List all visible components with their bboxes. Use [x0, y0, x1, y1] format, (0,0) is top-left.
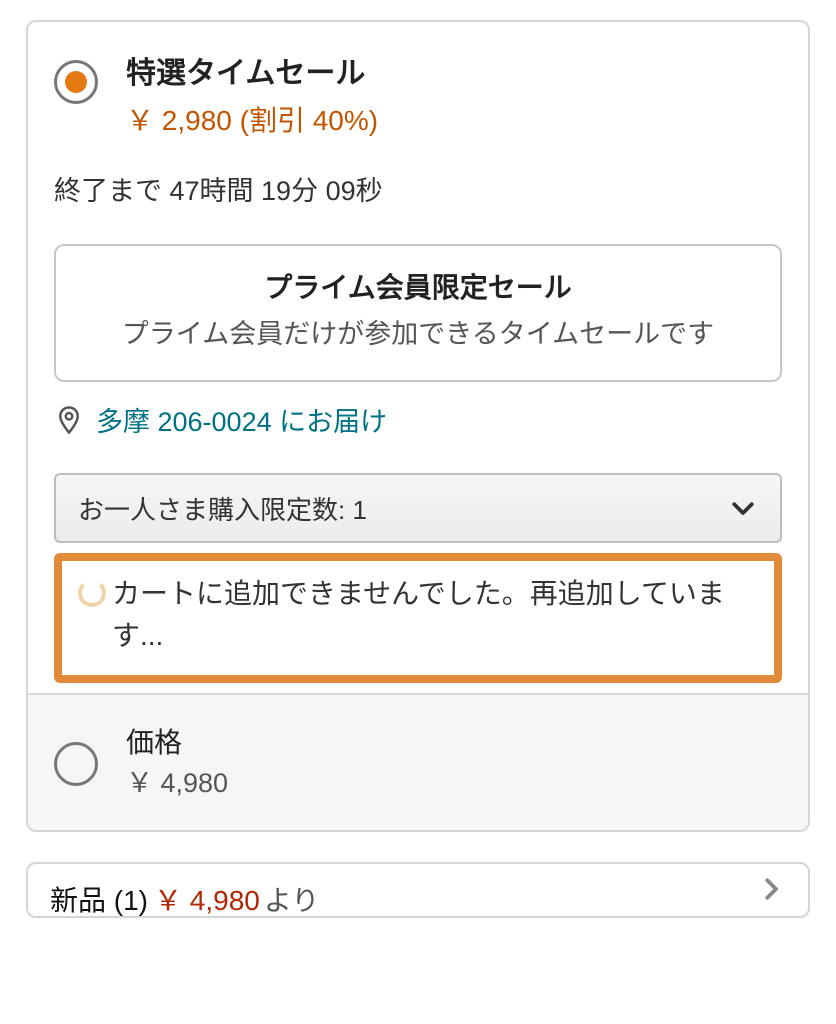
regular-title: 価格: [126, 721, 228, 761]
quantity-select[interactable]: お一人さま購入限定数: 1: [54, 473, 782, 543]
regular-price: ￥ 4,980: [126, 761, 228, 800]
prime-title: プライム会員限定セール: [78, 266, 758, 306]
delivery-location[interactable]: 多摩 206-0024 にお届け: [54, 400, 782, 439]
spinner-icon: [78, 579, 106, 607]
other-offers-suffix: より: [264, 879, 319, 918]
deal-radio[interactable]: [54, 60, 98, 104]
regular-radio[interactable]: [54, 742, 98, 786]
delivery-location-text: 多摩 206-0024 にお届け: [96, 400, 387, 439]
deal-title: 特選タイムセール: [126, 54, 782, 95]
other-offers-price: ￥ 4,980: [154, 879, 260, 918]
deal-price: ￥ 2,980 (割引 40%): [126, 99, 782, 139]
regular-price-option[interactable]: 価格 ￥ 4,980: [28, 693, 808, 830]
cart-error-banner: カートに追加できませんでした。再追加しています...: [54, 553, 782, 683]
chevron-right-icon: [756, 874, 786, 904]
quantity-label: お一人さま購入限定数: 1: [78, 490, 367, 527]
location-icon: [54, 405, 84, 435]
prime-desc: プライム会員だけが参加できるタイムセールです: [78, 314, 758, 355]
prime-banner: プライム会員限定セール プライム会員だけが参加できるタイムセールです: [54, 244, 782, 383]
deal-countdown: 終了まで 47時間 19分 09秒: [54, 169, 782, 208]
other-offers-row[interactable]: 新品 (1) ￥ 4,980 より: [26, 862, 810, 918]
deal-option[interactable]: 特選タイムセール ￥ 2,980 (割引 40%) 終了まで 47時間 19分 …: [28, 22, 808, 693]
cart-error-text: カートに追加できませんでした。再追加しています...: [112, 573, 758, 657]
chevron-down-icon: [728, 493, 758, 523]
purchase-options-box: 特選タイムセール ￥ 2,980 (割引 40%) 終了まで 47時間 19分 …: [26, 20, 810, 832]
other-offers-lead: 新品 (1): [50, 879, 148, 918]
